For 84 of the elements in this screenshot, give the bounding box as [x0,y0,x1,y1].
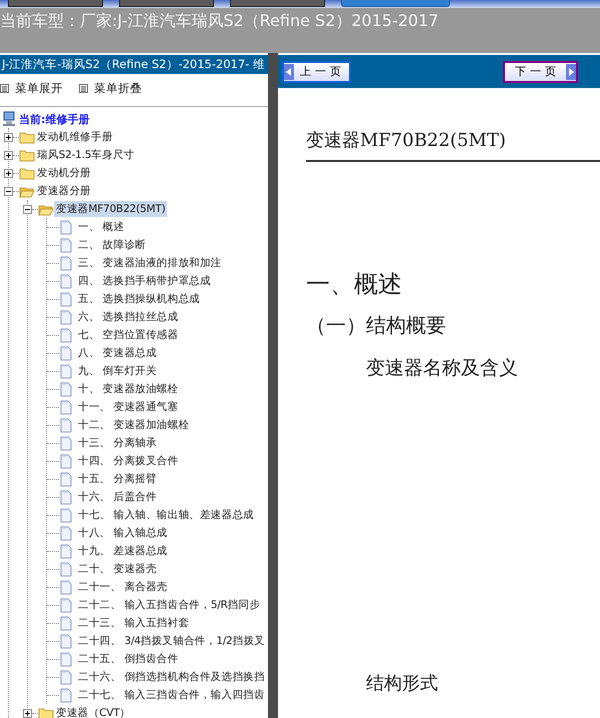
tree-item[interactable]: 二十六、 倒挡选挡机构合件及选挡换挡 [76,669,267,685]
document-heading: 变速器名称及含义 [366,356,519,381]
tree-item[interactable]: 十七、 输入轴、输出轴、差速器总成 [76,507,256,523]
page-icon [59,292,72,306]
document-heading: 一、概述 [306,269,403,300]
page-icon [59,652,72,666]
panel-header: J-江淮汽车-瑞风S2（Refine S2）-2015-2017- 维 [0,55,268,74]
page-icon [59,346,72,360]
tree-item[interactable]: 二十五、 倒挡齿合件 [76,651,180,667]
page-icon [59,256,72,270]
tree-item[interactable]: 发动机维修手册 [35,129,115,145]
tree-item[interactable]: 十六、 后盖合件 [76,489,159,505]
tree-item[interactable]: 二、 故障诊断 [76,237,148,253]
page-icon [59,328,72,342]
tree-item[interactable]: 六、 选换挡拉丝总成 [76,309,180,325]
page-icon [59,526,72,540]
collapse-icon[interactable] [4,186,13,196]
page-icon [59,508,72,522]
page-icon [59,400,72,414]
tree-item[interactable]: 变速器分册 [35,183,94,199]
tree-root-label: 当前:维修手册 [19,112,90,126]
page-icon [59,418,72,432]
tree-item[interactable]: 十五、 分离摇臂 [76,471,159,487]
tree-item[interactable]: 二十四、 3/4挡拨叉轴合件，1/2挡拨叉 [76,633,267,649]
tree-item[interactable]: 二十三、 输入五挡衬套 [76,615,192,631]
page-icon [59,688,72,702]
tree-item[interactable]: 十、 变速器放油螺栓 [76,381,180,397]
folder-icon [19,166,35,180]
tree-item[interactable]: 二十七、 输入三挡齿合件，输入四挡齿 [76,687,267,703]
tree-item[interactable]: 十一、 变速器通气塞 [76,399,180,415]
computer-icon [2,111,16,127]
menu-action-link[interactable]: 菜单折叠 [79,81,142,96]
menu-action-link[interactable]: 菜单展开 [0,81,63,96]
page-icon [59,436,72,450]
page-icon [59,562,72,576]
page-icon [59,382,72,396]
page-icon [59,544,72,558]
tree-item[interactable]: 十四、 分离拨叉合件 [76,453,180,469]
tree-item[interactable]: 七、 空挡位置传感器 [76,327,180,343]
page-icon [59,472,72,486]
folder-icon [19,148,35,162]
page-icon [59,598,72,612]
page-icon [59,274,72,288]
tree-item[interactable]: 二十一、 离合器壳 [76,579,170,595]
collapse-icon[interactable] [23,204,32,214]
tree-item[interactable]: 二十、 变速器壳 [76,561,159,577]
page-icon [59,490,72,504]
tree-item[interactable]: 八、 变速器总成 [76,345,159,361]
tree-item[interactable]: 二十二、 输入五挡齿合件，5/R挡同步 [76,597,262,613]
tree-item[interactable]: 十二、 变速器加油螺栓 [76,417,192,433]
page-icon [59,580,72,594]
document-heading: 结构形式 [366,672,439,695]
tree-item[interactable]: 发动机分册 [35,165,94,181]
page-icon [59,238,72,252]
page-icon [59,634,72,648]
tree-item[interactable]: 变速器（CVT） [54,705,132,718]
page-icon [59,364,72,378]
tree-item[interactable]: 九、 倒车灯开关 [76,363,159,379]
tree-item[interactable]: 十八、 输入轴总成 [76,525,170,541]
list-icon [79,84,88,93]
tree-item[interactable]: 十九、 差速器总成 [76,543,170,559]
tree-item[interactable]: 变速器MF70B22(5MT) [54,201,168,217]
expand-icon[interactable] [4,132,13,142]
tree-item[interactable]: 五、 选换挡操纵机构总成 [76,291,202,307]
document-heading: （一）结构概要 [306,312,447,339]
tree-item[interactable]: 瑞风S2-1.5车身尺寸 [35,147,136,163]
page-icon [59,310,72,324]
page-icon [59,220,72,234]
page-icon [59,616,72,630]
folder-icon [38,706,54,718]
folder-icon [19,130,35,144]
tree-item[interactable]: 四、 选换挡手柄带护罩总成 [76,273,213,289]
tree-item[interactable]: 三、 变速器油液的排放和加注 [76,255,224,271]
next-page-button[interactable]: 下一页 [503,60,578,82]
page-icon [59,670,72,684]
tree-item[interactable]: 十三、 分离轴承 [76,435,159,451]
document-title: 变速器MF70B22(5MT) [306,128,600,162]
app-title: 当前车型：厂家:J-江淮汽车瑞风S2（Refine S2）2015-2017 [0,10,440,32]
page-icon [59,454,72,468]
expand-icon[interactable] [23,708,32,718]
tree-item[interactable]: 一、 概述 [76,219,126,235]
expand-icon[interactable] [4,150,13,160]
previous-page-button[interactable]: 上一页 [282,60,351,82]
expand-icon[interactable] [4,168,13,178]
